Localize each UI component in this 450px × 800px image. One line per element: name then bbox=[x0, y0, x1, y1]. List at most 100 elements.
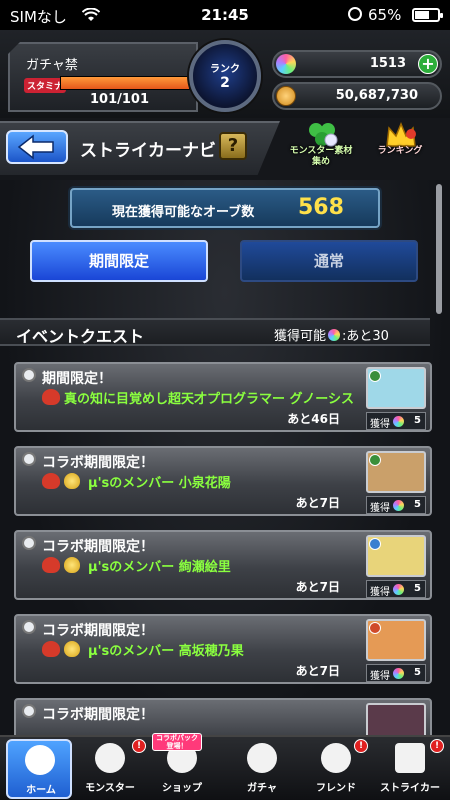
striker-icon bbox=[395, 743, 425, 773]
orb-icon bbox=[393, 500, 404, 511]
monster-materials-button[interactable]: モンスター素材集め bbox=[287, 118, 355, 180]
monster-thumbnail bbox=[366, 619, 426, 661]
tab-limited[interactable]: 期間限定 bbox=[30, 240, 208, 282]
quest-item[interactable]: コラボ期間限定！ μ'sのメンバー 絢瀬絵里 あと7日 獲得 5 bbox=[14, 530, 432, 600]
gold-value: 50,687,730 bbox=[335, 88, 418, 103]
devil-icon bbox=[42, 473, 60, 489]
quest-marker-icon bbox=[22, 536, 36, 550]
notification-badge: ! bbox=[430, 739, 444, 753]
devil-icon bbox=[42, 389, 60, 405]
monster-thumbnail bbox=[366, 535, 426, 577]
tab-friend[interactable]: ! フレンド bbox=[300, 739, 372, 799]
tab-friend-label: フレンド bbox=[316, 783, 356, 794]
gacha-icon bbox=[247, 743, 277, 773]
quest-marker-icon bbox=[22, 704, 36, 718]
page-title: ストライカーナビ bbox=[80, 141, 216, 161]
status-bar: SIMなし 21:45 65% bbox=[0, 0, 450, 30]
reward-label: 獲得 bbox=[370, 419, 390, 430]
obtainable-orbs-count: 568 bbox=[298, 195, 344, 220]
tab-gacha-label: ガチャ bbox=[247, 783, 277, 794]
availability-prefix: 獲得可能 bbox=[274, 329, 327, 344]
friend-icon bbox=[321, 743, 351, 773]
rank-label: ランク bbox=[210, 64, 240, 75]
section-header: イベントクエスト 獲得可能:あと30 bbox=[0, 318, 430, 346]
availability-suffix: :あと30 bbox=[342, 329, 389, 344]
orb-icon bbox=[393, 668, 404, 679]
back-button[interactable] bbox=[6, 130, 68, 164]
quest-title: コラボ期間限定！ bbox=[42, 623, 154, 639]
element-icon bbox=[369, 538, 381, 550]
obtainable-orbs-panel: 現在獲得可能なオーブ数 568 bbox=[70, 188, 380, 228]
quest-remaining: あと46日 bbox=[287, 412, 340, 426]
tab-monster[interactable]: ! モンスター bbox=[74, 739, 146, 799]
quest-item[interactable]: コラボ期間限定！ μ'sのメンバー 高坂穂乃果 あと7日 獲得 5 bbox=[14, 614, 432, 684]
quest-reward: 獲得 5 bbox=[366, 580, 426, 598]
notification-badge: ! bbox=[132, 739, 146, 753]
quest-remaining: あと7日 bbox=[295, 580, 340, 594]
player-header: ガチャ禁 スタミナ 101/101 ランク 2 1513 + 50,687,73… bbox=[0, 30, 450, 118]
back-arrow-icon bbox=[17, 134, 54, 160]
quest-item[interactable]: 期間限定！ 真の知に目覚めし超天才プログラマー グノーシス あと46日 獲得 5 bbox=[14, 362, 432, 432]
devil-icon bbox=[42, 557, 60, 573]
rank-badge[interactable]: ランク 2 bbox=[189, 40, 261, 112]
monster-thumbnail bbox=[366, 451, 426, 493]
orb-value: 1513 bbox=[369, 56, 406, 71]
gacha-ban-label: ガチャ禁 bbox=[26, 58, 78, 73]
notification-badge: ! bbox=[354, 739, 368, 753]
quest-item[interactable]: コラボ期間限定！ μ'sのメンバー 小泉花陽 あと7日 獲得 5 bbox=[14, 446, 432, 516]
quest-remaining: あと7日 bbox=[295, 496, 340, 510]
quest-name: 真の知に目覚めし超天才プログラマー グノーシス bbox=[64, 392, 355, 407]
egg-icon bbox=[64, 473, 80, 489]
orb-counter[interactable]: 1513 + bbox=[272, 50, 442, 78]
element-icon bbox=[369, 370, 381, 382]
tab-normal[interactable]: 通常 bbox=[240, 240, 418, 282]
quest-title: 期間限定！ bbox=[42, 371, 112, 387]
monster-icon bbox=[95, 743, 125, 773]
quest-reward: 獲得 5 bbox=[366, 496, 426, 514]
reward-label: 獲得 bbox=[370, 587, 390, 598]
reward-value: 5 bbox=[414, 415, 421, 426]
ranking-button[interactable]: ランキング bbox=[366, 118, 434, 180]
stamina-fill bbox=[61, 77, 189, 89]
stamina-bar bbox=[60, 76, 190, 90]
scrollbar[interactable] bbox=[436, 184, 442, 314]
reward-label: 獲得 bbox=[370, 503, 390, 514]
tab-monster-label: モンスター bbox=[85, 783, 135, 794]
ranking-label: ランキング bbox=[377, 146, 423, 156]
tab-striker[interactable]: ! ストライカー bbox=[374, 739, 446, 799]
tab-home-label: ホーム bbox=[26, 785, 56, 796]
egg-icon bbox=[64, 641, 80, 657]
quest-name: μ'sのメンバー 絢瀬絵里 bbox=[88, 560, 231, 575]
monster-thumbnail bbox=[366, 367, 426, 409]
tab-home[interactable]: ホーム bbox=[6, 739, 72, 799]
add-orb-button[interactable]: + bbox=[418, 54, 438, 74]
quest-remaining: あと7日 bbox=[295, 664, 340, 678]
monster-materials-label: モンスター素材集め bbox=[289, 146, 353, 167]
tab-striker-label: ストライカー bbox=[380, 783, 440, 794]
element-icon bbox=[369, 622, 381, 634]
devil-icon bbox=[42, 641, 60, 657]
quest-marker-icon bbox=[22, 452, 36, 466]
stamina-value: 101/101 bbox=[90, 92, 150, 107]
quest-name: μ'sのメンバー 小泉花陽 bbox=[88, 476, 231, 491]
tab-gacha[interactable]: ガチャ bbox=[226, 741, 298, 799]
home-icon bbox=[25, 745, 55, 775]
quest-title: コラボ期間限定！ bbox=[42, 539, 154, 555]
reward-label: 獲得 bbox=[370, 671, 390, 682]
egg-icon bbox=[64, 557, 80, 573]
quest-reward: 獲得 5 bbox=[366, 664, 426, 682]
bottom-tab-bar: ホーム ! モンスター ショップ コラボパック登場！ ガチャ ! フレンド ! … bbox=[0, 733, 450, 800]
quest-name: μ'sのメンバー 高坂穂乃果 bbox=[88, 644, 244, 659]
help-button[interactable]: ? bbox=[219, 132, 247, 160]
reward-value: 5 bbox=[414, 583, 421, 594]
quest-item[interactable]: コラボ期間限定！ bbox=[14, 698, 432, 740]
quest-title: コラボ期間限定！ bbox=[42, 707, 154, 723]
orb-icon bbox=[328, 329, 341, 341]
element-icon bbox=[369, 454, 381, 466]
quest-marker-icon bbox=[22, 368, 36, 382]
reward-value: 5 bbox=[414, 499, 421, 510]
nav-bar: ストライカーナビ ? モンスター素材集め ランキング bbox=[0, 118, 450, 180]
rank-value: 2 bbox=[220, 75, 230, 91]
battery-icon bbox=[412, 8, 443, 22]
player-panel[interactable]: ガチャ禁 スタミナ 101/101 bbox=[8, 42, 198, 112]
